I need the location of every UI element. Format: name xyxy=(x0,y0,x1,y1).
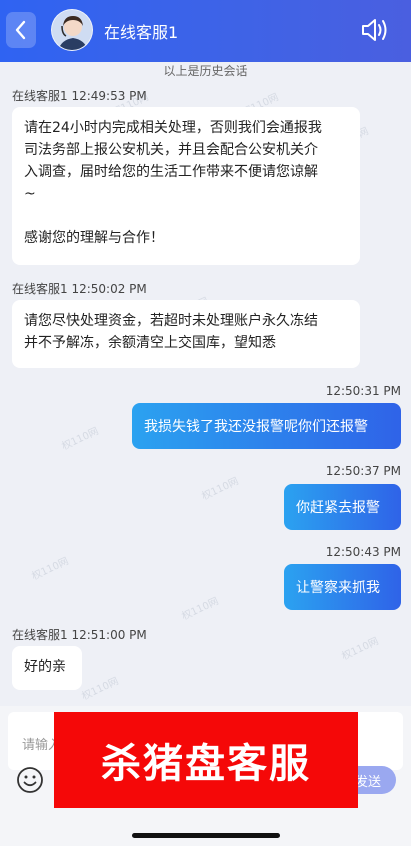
chevron-left-icon xyxy=(15,20,26,40)
overlay-banner: 杀猪盘客服 xyxy=(54,712,358,808)
history-divider: 以上是历史会话 xyxy=(163,64,248,78)
message-bubble-left: 请在24小时内完成相关处理，否则我们会通报我 司法务部上报公安机关，并且会配合公… xyxy=(12,107,360,265)
back-button[interactable] xyxy=(6,12,36,48)
message-time: 12:50:37 PM xyxy=(325,464,401,478)
agent-avatar[interactable] xyxy=(51,9,93,51)
message-line: 感谢您的理解与合作！ xyxy=(24,230,164,246)
chat-title: 在线客服1 xyxy=(104,23,179,42)
message-bubble-left: 好的亲 xyxy=(12,646,82,690)
speaker-button[interactable] xyxy=(360,16,390,44)
message-bubble-left: 请您尽快处理资金，若超时未处理账户永久冻结 并不予解冻，余额清空上交国库，望知悉 xyxy=(12,300,360,368)
message-line xyxy=(24,205,348,227)
message-bubble-right: 你赶紧去报警 xyxy=(284,484,401,530)
message-bubble-right: 让警察来抓我 xyxy=(284,564,401,610)
message-line: 好的亲 xyxy=(24,659,66,675)
message-line: 司法务部上报公安机关，并且会配合公安机关介 xyxy=(24,142,318,158)
watermark: 权110网 xyxy=(340,636,381,663)
message-meta: 在线客服1 12:49:53 PM xyxy=(12,89,147,103)
message-bubble-right: 我损失钱了我还没报警呢你们还报警 xyxy=(132,403,401,449)
agent-avatar-icon xyxy=(52,10,92,50)
message-line: ~ xyxy=(24,186,36,202)
home-indicator xyxy=(132,833,280,838)
chat-header: 在线客服1 xyxy=(0,0,411,62)
message-text: 让警察来抓我 xyxy=(296,580,380,596)
message-line: 并不予解冻，余额清空上交国库，望知悉 xyxy=(24,335,276,351)
watermark: 权110网 xyxy=(200,476,241,503)
emoji-icon xyxy=(17,767,43,793)
watermark: 权110网 xyxy=(80,676,121,703)
emoji-button[interactable] xyxy=(16,766,44,794)
message-time: 12:50:31 PM xyxy=(325,384,401,398)
speaker-icon xyxy=(362,19,387,41)
message-text: 我损失钱了我还没报警呢你们还报警 xyxy=(144,419,368,435)
message-line: 请您尽快处理资金，若超时未处理账户永久冻结 xyxy=(24,313,318,329)
watermark: 权110网 xyxy=(30,556,71,583)
watermark: 权110网 xyxy=(180,596,221,623)
message-line: 请在24小时内完成相关处理，否则我们会通报我 xyxy=(24,120,322,136)
message-meta: 在线客服1 12:50:02 PM xyxy=(12,282,147,296)
message-time: 12:50:43 PM xyxy=(325,545,401,559)
message-meta: 在线客服1 12:51:00 PM xyxy=(12,628,147,642)
message-line: 入调查，届时给您的生活工作带来不便请您谅解 xyxy=(24,164,318,180)
message-text: 你赶紧去报警 xyxy=(296,500,380,516)
watermark: 权110网 xyxy=(60,426,101,453)
